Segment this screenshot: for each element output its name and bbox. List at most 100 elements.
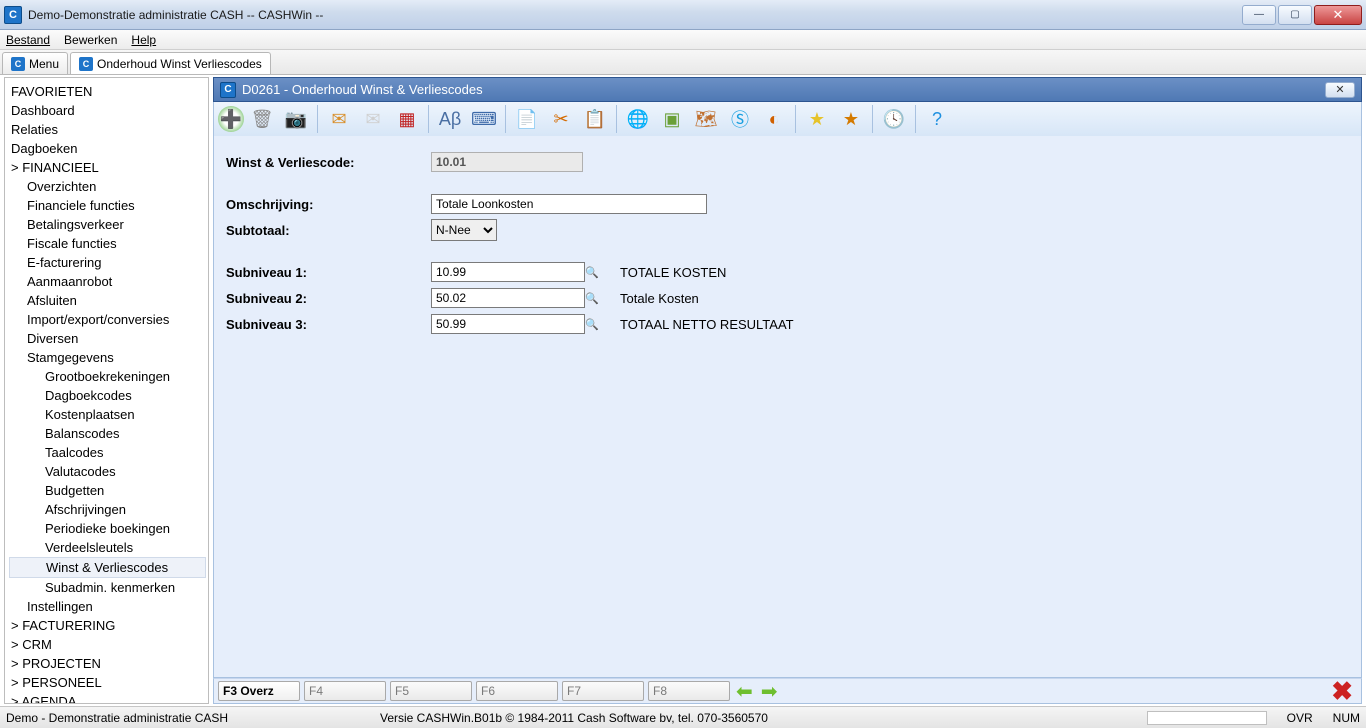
sidebar-item[interactable]: Afschrijvingen [9, 500, 206, 519]
sidebar-item[interactable]: Relaties [9, 120, 206, 139]
label-code: Winst & Verliescode: [226, 155, 431, 170]
toolbar-separator [428, 105, 429, 133]
star-alt-icon[interactable]: ★ [835, 104, 867, 134]
clock-icon[interactable]: 🕓 [878, 104, 910, 134]
code-input[interactable] [431, 152, 583, 172]
sidebar-item[interactable]: Dagboeken [9, 139, 206, 158]
f6-button[interactable]: F6 [476, 681, 558, 701]
star-icon[interactable]: ★ [801, 104, 833, 134]
menu-help[interactable]: Help [131, 33, 156, 47]
sidebar-item[interactable]: Budgetten [9, 481, 206, 500]
cancel-button[interactable]: ✖ [1331, 676, 1353, 707]
app-icon-small: C [79, 57, 93, 71]
help-icon[interactable]: ? [921, 104, 953, 134]
pane-close-button[interactable]: ✕ [1325, 82, 1355, 98]
sub3-result: TOTAAL NETTO RESULTAAT [620, 317, 794, 332]
sidebar-item[interactable]: > AGENDA [9, 692, 206, 704]
sidebar-item[interactable]: Dashboard [9, 101, 206, 120]
sidebar-item[interactable]: > PERSONEEL [9, 673, 206, 692]
menubar: Bestand Bewerken Help [0, 30, 1366, 50]
sidebar-item[interactable]: > CRM [9, 635, 206, 654]
mail-open-icon[interactable]: ✉ [323, 104, 355, 134]
subtotaal-select[interactable]: N-Nee [431, 219, 497, 241]
f8-button[interactable]: F8 [648, 681, 730, 701]
sub1-input[interactable] [431, 262, 585, 282]
sidebar-item[interactable]: Financiele functies [9, 196, 206, 215]
sidebar-item[interactable]: Overzichten [9, 177, 206, 196]
cut-icon[interactable]: ✂ [545, 104, 577, 134]
sidebar-item[interactable]: FAVORIETEN [9, 82, 206, 101]
menu-bewerken[interactable]: Bewerken [64, 33, 117, 47]
label-subtotaal: Subtotaal: [226, 223, 431, 238]
sub2-input[interactable] [431, 288, 585, 308]
menu-bestand[interactable]: Bestand [6, 33, 50, 47]
statusbar: Demo - Demonstratie administratie CASH V… [0, 706, 1366, 728]
send-icon[interactable]: ✉ [357, 104, 389, 134]
sidebar-item[interactable]: Kostenplaatsen [9, 405, 206, 424]
map-icon[interactable]: 🗺 [690, 104, 722, 134]
window-title: Demo-Demonstratie administratie CASH -- … [28, 8, 323, 22]
calculator-icon[interactable]: ⌨ [468, 104, 500, 134]
sidebar-item[interactable]: Subadmin. kenmerken [9, 578, 206, 597]
lookup-icon[interactable]: 🔍 [584, 289, 600, 307]
sidebar-item[interactable]: Valutacodes [9, 462, 206, 481]
sidebar-item[interactable]: Verdeelsleutels [9, 538, 206, 557]
minimize-button[interactable]: — [1242, 5, 1276, 25]
sidebar-item[interactable]: Dagboekcodes [9, 386, 206, 405]
pdf-icon[interactable]: ▦ [391, 104, 423, 134]
app-icon-small: C [11, 57, 25, 71]
window-titlebar: C Demo-Demonstratie administratie CASH -… [0, 0, 1366, 30]
sidebar-item[interactable]: Winst & Verliescodes [9, 557, 206, 578]
delete-icon[interactable]: 🗑 [246, 104, 278, 134]
sidebar-item[interactable]: Betalingsverkeer [9, 215, 206, 234]
sidebar-item[interactable]: > FACTURERING [9, 616, 206, 635]
menu-button[interactable]: C Menu [2, 52, 68, 74]
status-version: Versie CASHWin.B01b © 1984-2011 Cash Sof… [380, 711, 768, 725]
toolbar-separator [505, 105, 506, 133]
omschrijving-input[interactable] [431, 194, 707, 214]
tab-label: Onderhoud Winst Verliescodes [97, 57, 262, 71]
sidebar-item[interactable]: > FINANCIEEL [9, 158, 206, 177]
sidebar-item[interactable]: E-facturering [9, 253, 206, 272]
sidebar-item[interactable]: Stamgegevens [9, 348, 206, 367]
globe-icon[interactable]: 🌐 [622, 104, 654, 134]
f3-button[interactable]: F3 Overz [218, 681, 300, 701]
close-button[interactable]: ✕ [1314, 5, 1362, 25]
toolbar-separator [872, 105, 873, 133]
box-icon[interactable]: ▣ [656, 104, 688, 134]
sidebar-item[interactable]: Fiscale functies [9, 234, 206, 253]
lookup-icon[interactable]: 🔍 [584, 263, 600, 281]
paste-icon[interactable]: 📄 [511, 104, 543, 134]
sidebar-item[interactable]: Instellingen [9, 597, 206, 616]
label-sub1: Subniveau 1: [226, 265, 431, 280]
sidebar-item[interactable]: Balanscodes [9, 424, 206, 443]
sidebar-item[interactable]: Afsluiten [9, 291, 206, 310]
sidebar-item[interactable]: > PROJECTEN [9, 654, 206, 673]
add-icon[interactable]: ➕ [218, 106, 244, 132]
lookup-icon[interactable]: 🔍 [584, 315, 600, 333]
sidebar-item[interactable]: Periodieke boekingen [9, 519, 206, 538]
sidebar-item[interactable]: Grootboekrekeningen [9, 367, 206, 386]
sidebar-item[interactable]: Import/export/conversies [9, 310, 206, 329]
next-arrow-icon[interactable]: ➡ [761, 679, 778, 704]
sub3-input[interactable] [431, 314, 585, 334]
f7-button[interactable]: F7 [562, 681, 644, 701]
sidebar-item[interactable]: Aanmaanrobot [9, 272, 206, 291]
camera-icon[interactable]: 📷 [280, 104, 312, 134]
status-ovr: OVR [1287, 711, 1313, 725]
maximize-button[interactable]: ▢ [1278, 5, 1312, 25]
sidebar-item[interactable]: Taalcodes [9, 443, 206, 462]
f5-button[interactable]: F5 [390, 681, 472, 701]
app-icon: C [4, 6, 22, 24]
skype-icon[interactable]: Ⓢ [724, 104, 756, 134]
font-icon[interactable]: Aβ [434, 104, 466, 134]
prev-arrow-icon[interactable]: ⬅ [736, 679, 753, 704]
tab-onderhoud[interactable]: C Onderhoud Winst Verliescodes [70, 52, 271, 74]
label-sub3: Subniveau 3: [226, 317, 431, 332]
sidebar-item[interactable]: Diversen [9, 329, 206, 348]
tabstrip: C Menu C Onderhoud Winst Verliescodes [0, 50, 1366, 75]
gauge-icon[interactable]: ◐ [758, 104, 790, 134]
f4-button[interactable]: F4 [304, 681, 386, 701]
clipboard-icon[interactable]: 📋 [579, 104, 611, 134]
status-progress [1147, 711, 1267, 725]
